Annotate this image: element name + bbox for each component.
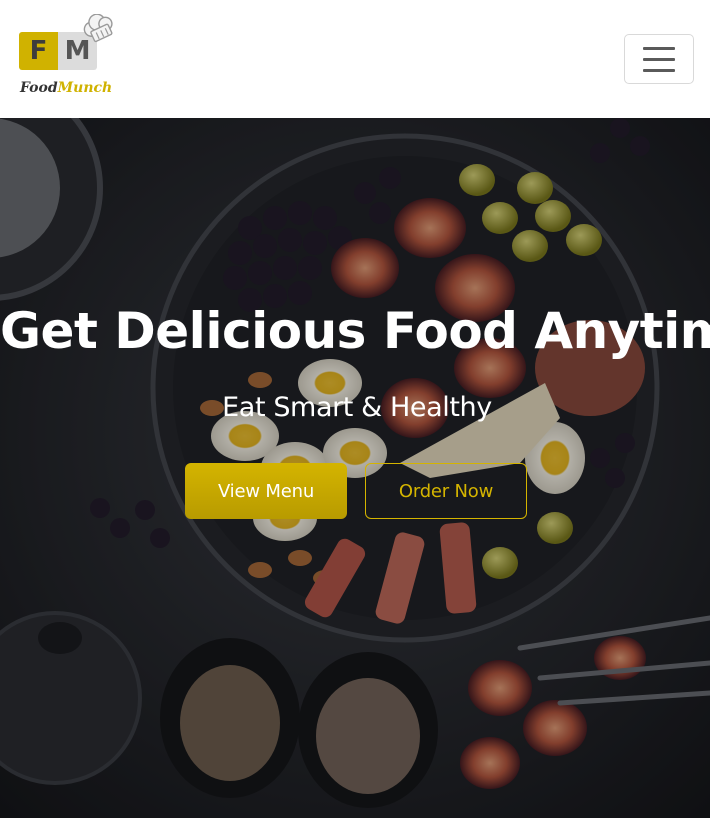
brand-name-munch: Munch: [57, 80, 113, 96]
hero-content: Get Delicious Food Anytime Eat Smart & H…: [0, 118, 710, 818]
hero-section: Get Delicious Food Anytime Eat Smart & H…: [0, 118, 710, 818]
hamburger-menu-icon: [643, 68, 675, 72]
brand-logo[interactable]: F M FoodMunch: [18, 14, 118, 104]
navbar-toggler-button[interactable]: [624, 34, 694, 84]
order-now-button[interactable]: Order Now: [365, 463, 527, 519]
hamburger-menu-icon: [643, 57, 675, 61]
brand-name-food: Food: [20, 80, 58, 96]
brand-name: FoodMunch: [20, 80, 112, 96]
chef-hat-icon: [83, 14, 113, 43]
hero-subtitle: Eat Smart & Healthy: [222, 392, 492, 423]
hamburger-menu-icon: [643, 46, 675, 50]
hero-title: Get Delicious Food Anytime: [0, 302, 710, 360]
view-menu-button[interactable]: View Menu: [185, 463, 347, 519]
logo-letter-f: F: [19, 32, 58, 70]
navbar: F M FoodMunch: [0, 0, 710, 118]
